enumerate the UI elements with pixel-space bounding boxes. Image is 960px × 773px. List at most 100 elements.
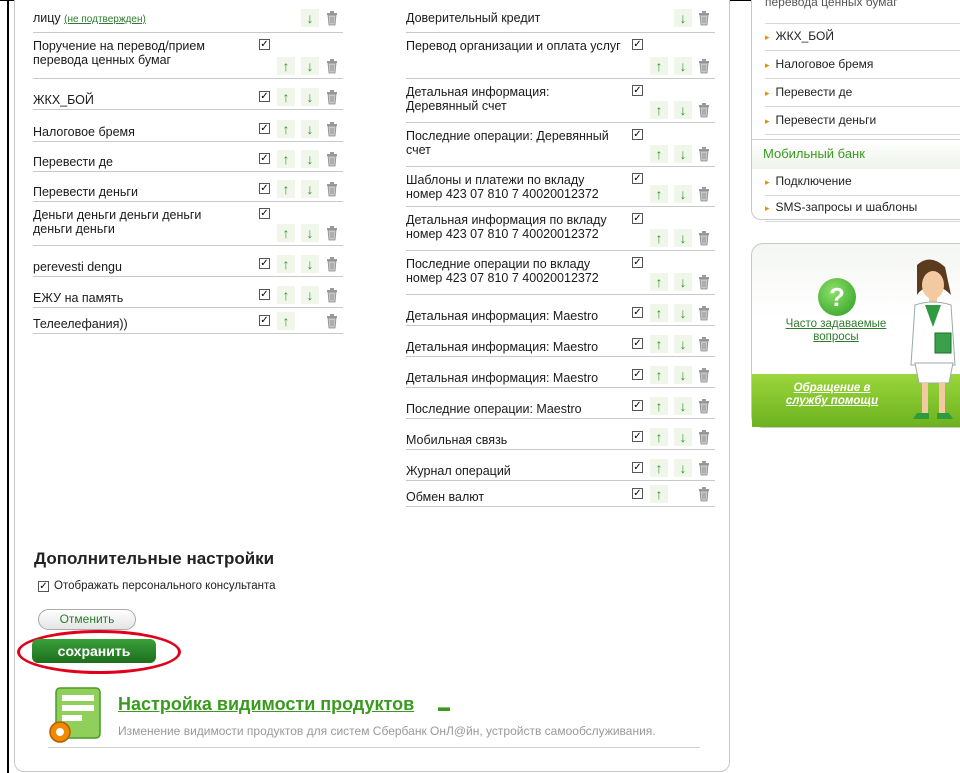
- item-checkbox[interactable]: ✓: [632, 257, 643, 268]
- arrow-down-icon[interactable]: ↓: [674, 9, 692, 27]
- arrow-down-icon[interactable]: ↓: [674, 229, 692, 247]
- arrow-up-icon[interactable]: ↑: [650, 101, 668, 119]
- arrow-up-icon[interactable]: ↑: [650, 366, 668, 384]
- arrow-down-icon[interactable]: ↓: [301, 9, 319, 27]
- sidebar-item-partial[interactable]: перевода ценных бумаг: [765, 0, 898, 9]
- arrow-down-icon[interactable]: ↓: [301, 286, 319, 304]
- trash-icon[interactable]: [698, 275, 710, 290]
- arrow-up-icon[interactable]: ↑: [650, 145, 668, 163]
- arrow-down-icon[interactable]: ↓: [301, 180, 319, 198]
- arrow-up-icon[interactable]: ↑: [277, 224, 295, 242]
- expand-caret-icon[interactable]: ▬: [438, 700, 450, 714]
- sidebar-item[interactable]: ▸ ЖКХ_БОЙ: [765, 29, 834, 43]
- item-checkbox[interactable]: ✓: [632, 307, 643, 318]
- item-checkbox[interactable]: ✓: [632, 129, 643, 140]
- item-checkbox[interactable]: ✓: [259, 289, 270, 300]
- arrow-up-icon[interactable]: ↑: [277, 180, 295, 198]
- consultant-checkbox[interactable]: ✓: [38, 581, 49, 592]
- trash-icon[interactable]: [698, 103, 710, 118]
- trash-icon[interactable]: [326, 59, 338, 74]
- trash-icon[interactable]: [698, 337, 710, 352]
- arrow-down-icon[interactable]: ↓: [674, 57, 692, 75]
- arrow-down-icon[interactable]: ↓: [674, 428, 692, 446]
- item-checkbox[interactable]: ✓: [259, 39, 270, 50]
- arrow-up-icon[interactable]: ↑: [650, 397, 668, 415]
- trash-icon[interactable]: [698, 231, 710, 246]
- trash-icon[interactable]: [698, 430, 710, 445]
- trash-icon[interactable]: [698, 487, 710, 502]
- item-checkbox[interactable]: ✓: [259, 208, 270, 219]
- arrow-down-icon[interactable]: ↓: [301, 255, 319, 273]
- trash-icon[interactable]: [326, 257, 338, 272]
- arrow-down-icon[interactable]: ↓: [674, 185, 692, 203]
- arrow-down-icon[interactable]: ↓: [674, 304, 692, 322]
- cancel-button[interactable]: Отменить: [38, 609, 136, 630]
- arrow-down-icon[interactable]: ↓: [674, 335, 692, 353]
- item-checkbox[interactable]: ✓: [259, 183, 270, 194]
- arrow-up-icon[interactable]: ↑: [277, 286, 295, 304]
- question-icon[interactable]: ?: [818, 278, 856, 316]
- arrow-up-icon[interactable]: ↑: [277, 88, 295, 106]
- arrow-up-icon[interactable]: ↑: [650, 185, 668, 203]
- arrow-down-icon[interactable]: ↓: [301, 150, 319, 168]
- sidebar-item[interactable]: ▸ Перевести деньги: [765, 113, 876, 127]
- arrow-up-icon[interactable]: ↑: [650, 428, 668, 446]
- arrow-up-icon[interactable]: ↑: [650, 273, 668, 291]
- sidebar-item[interactable]: ▸ Подключение: [765, 174, 852, 188]
- item-checkbox[interactable]: ✓: [632, 85, 643, 96]
- item-checkbox[interactable]: ✓: [259, 123, 270, 134]
- sidebar-item[interactable]: ▸ Налоговое бремя: [765, 57, 873, 71]
- item-checkbox[interactable]: ✓: [632, 39, 643, 50]
- arrow-up-icon[interactable]: ↑: [650, 229, 668, 247]
- item-checkbox[interactable]: ✓: [632, 213, 643, 224]
- trash-icon[interactable]: [698, 399, 710, 414]
- arrow-up-icon[interactable]: ↑: [277, 255, 295, 273]
- trash-icon[interactable]: [326, 226, 338, 241]
- arrow-up-icon[interactable]: ↑: [277, 150, 295, 168]
- arrow-up-icon[interactable]: ↑: [650, 57, 668, 75]
- trash-icon[interactable]: [326, 152, 338, 167]
- arrow-down-icon[interactable]: ↓: [674, 459, 692, 477]
- arrow-up-icon[interactable]: ↑: [650, 459, 668, 477]
- arrow-down-icon[interactable]: ↓: [674, 101, 692, 119]
- item-checkbox[interactable]: ✓: [632, 462, 643, 473]
- item-checkbox[interactable]: ✓: [259, 258, 270, 269]
- item-checkbox[interactable]: ✓: [632, 338, 643, 349]
- trash-icon[interactable]: [698, 11, 710, 26]
- arrow-down-icon[interactable]: ↓: [674, 397, 692, 415]
- arrow-down-icon[interactable]: ↓: [674, 273, 692, 291]
- trash-icon[interactable]: [698, 187, 710, 202]
- item-checkbox[interactable]: ✓: [632, 173, 643, 184]
- item-checkbox[interactable]: ✓: [259, 315, 270, 326]
- trash-icon[interactable]: [698, 461, 710, 476]
- arrow-up-icon[interactable]: ↑: [277, 57, 295, 75]
- arrow-down-icon[interactable]: ↓: [301, 224, 319, 242]
- visibility-title-link[interactable]: Настройка видимости продуктов: [118, 694, 414, 715]
- trash-icon[interactable]: [326, 90, 338, 105]
- item-checkbox[interactable]: ✓: [259, 153, 270, 164]
- arrow-down-icon[interactable]: ↓: [674, 145, 692, 163]
- trash-icon[interactable]: [326, 314, 338, 329]
- trash-icon[interactable]: [326, 11, 338, 26]
- arrow-down-icon[interactable]: ↓: [674, 366, 692, 384]
- item-checkbox[interactable]: ✓: [632, 431, 643, 442]
- trash-icon[interactable]: [698, 306, 710, 321]
- arrow-up-icon[interactable]: ↑: [650, 335, 668, 353]
- unconfirmed-link[interactable]: (не подтвержден): [64, 14, 146, 25]
- trash-icon[interactable]: [326, 182, 338, 197]
- faq-link[interactable]: Часто задаваемые вопросы: [782, 318, 890, 344]
- sidebar-item[interactable]: ▸ SMS-запросы и шаблоны: [765, 200, 917, 214]
- trash-icon[interactable]: [698, 147, 710, 162]
- save-button[interactable]: сохранить: [32, 639, 156, 663]
- arrow-up-icon[interactable]: ↑: [277, 312, 295, 330]
- item-checkbox[interactable]: ✓: [632, 400, 643, 411]
- item-checkbox[interactable]: ✓: [632, 369, 643, 380]
- support-link[interactable]: Обращение в службу помощи: [780, 382, 884, 408]
- sidebar-item[interactable]: ▸ Перевести де: [765, 85, 852, 99]
- arrow-up-icon[interactable]: ↑: [650, 485, 668, 503]
- trash-icon[interactable]: [698, 368, 710, 383]
- trash-icon[interactable]: [326, 288, 338, 303]
- arrow-down-icon[interactable]: ↓: [301, 88, 319, 106]
- arrow-down-icon[interactable]: ↓: [301, 57, 319, 75]
- item-checkbox[interactable]: ✓: [259, 91, 270, 102]
